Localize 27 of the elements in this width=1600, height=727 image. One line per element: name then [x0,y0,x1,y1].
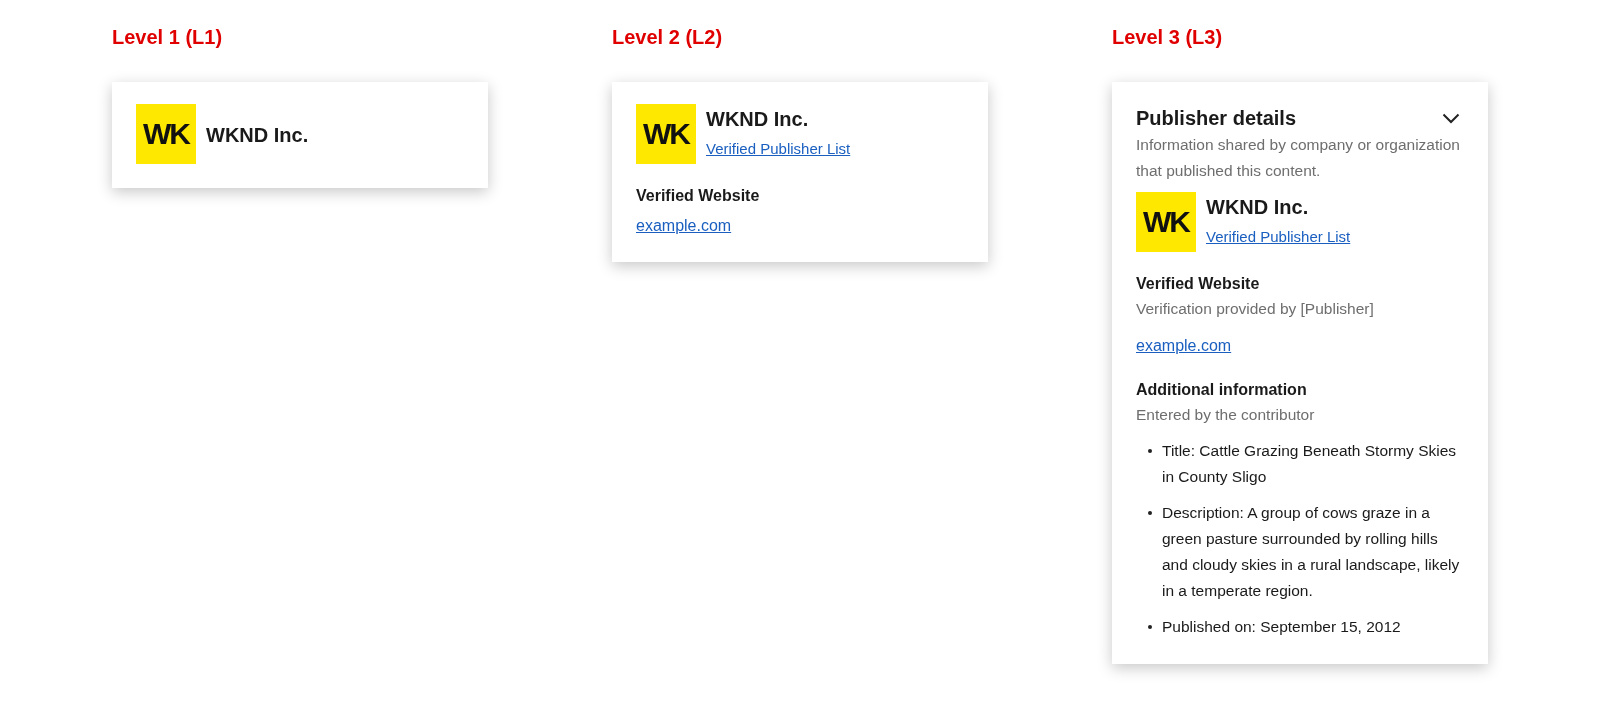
chevron-down-icon[interactable] [1442,112,1460,124]
bullet-icon [1148,625,1152,629]
website-link[interactable]: example.com [1136,334,1232,358]
publisher-name: WKND Inc. [206,123,309,148]
website-link[interactable]: example.com [636,214,732,238]
publisher-list-link[interactable]: Verified Publisher List [1206,226,1351,248]
bullet-icon [1148,449,1152,453]
list-item: Published on: September 15, 2012 [1162,617,1401,637]
publisher-name: WKND Inc. [1206,195,1310,220]
section-note: Entered by the contributor [1136,405,1315,425]
section-heading: Additional information [1136,380,1307,400]
publisher-logo: WK [636,104,696,164]
publisher-list-link[interactable]: Verified Publisher List [706,138,851,160]
list-item: Description: A group of cows graze in a green pasture surrounded by rolling hills and cloudy skies in a rural landscape, likely in a temperate region. [1162,503,1461,601]
section-heading: Verified Website [1136,274,1260,294]
level-label: Level 2 (L2) [612,25,723,50]
publisher-name: WKND Inc. [706,107,810,132]
card-title: Publisher details [1136,106,1297,131]
bullet-icon [1148,511,1152,515]
card-description: Information shared by company or organization that published this content. [1136,135,1461,181]
level-label: Level 3 (L3) [1112,25,1223,50]
section-note: Verification provided by [Publisher] [1136,299,1374,319]
list-item: Title: Cattle Grazing Beneath Stormy Skies in County Sligo [1162,441,1458,487]
publisher-logo: WK [136,104,196,164]
section-heading: Verified Website [636,186,760,206]
level-label: Level 1 (L1) [112,25,223,50]
publisher-logo: WK [1136,192,1196,252]
